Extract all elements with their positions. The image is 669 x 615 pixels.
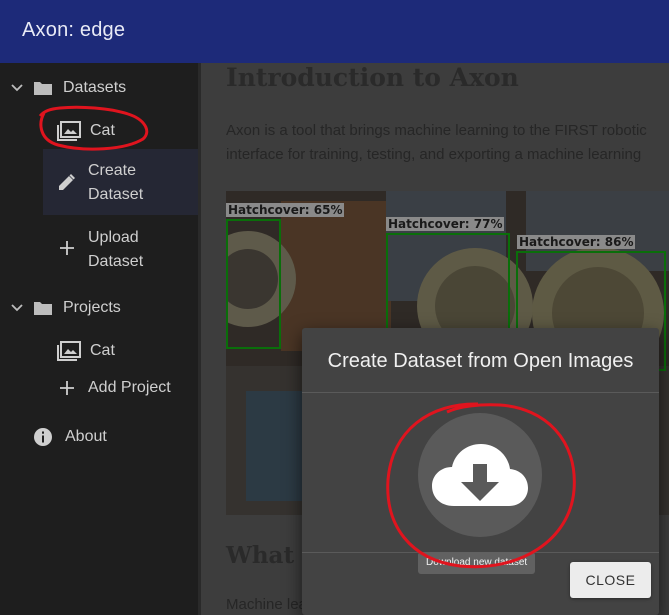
plus-icon: [57, 380, 77, 396]
plus-icon: [57, 240, 77, 256]
sidebar-item-project-cat[interactable]: Cat: [57, 341, 115, 361]
info-icon: [32, 427, 54, 447]
cloud-download-icon: [430, 440, 530, 510]
page-title: Introduction to Axon: [226, 63, 519, 92]
photo-library-icon: [57, 121, 81, 141]
detection-label: Hatchcover: 86%: [517, 235, 636, 249]
sidebar-item-projects[interactable]: Projects: [9, 299, 121, 317]
sidebar-item-label: Cat: [90, 122, 115, 139]
sidebar-item-label: Add Project: [88, 379, 171, 396]
edit-pencil-icon: [57, 173, 77, 191]
dialog-title: Create Dataset from Open Images: [327, 350, 634, 372]
detection-box: [226, 219, 281, 349]
sidebar-item-datasets[interactable]: Datasets: [9, 79, 126, 97]
photo-library-icon: [57, 341, 81, 361]
divider: [302, 392, 659, 393]
create-dataset-dialog: Create Dataset from Open Images Download…: [302, 328, 659, 615]
divider: [198, 63, 201, 615]
download-dataset-button[interactable]: [418, 413, 542, 537]
chevron-down-icon[interactable]: [9, 84, 25, 92]
sidebar-item-label: Projects: [63, 299, 121, 316]
intro-paragraph-line: interface for training, testing, and exp…: [226, 146, 642, 163]
sidebar-item-label: Cat: [90, 342, 115, 359]
detection-label: Hatchcover: 77%: [386, 217, 505, 231]
app-title: Axon: edge: [22, 19, 126, 41]
sidebar-item-dataset-cat[interactable]: Cat: [57, 121, 115, 141]
sidebar-item-label: About: [65, 428, 107, 445]
sidebar-item-upload-dataset[interactable]: Upload Dataset: [57, 226, 143, 274]
sidebar-item-create-dataset[interactable]: Create Dataset: [57, 159, 143, 207]
intro-paragraph-line: Axon is a tool that brings machine learn…: [226, 122, 647, 139]
sidebar-item-about[interactable]: About: [32, 427, 107, 447]
tooltip: Download new dataset: [418, 552, 536, 574]
sidebar: Datasets Cat Create Dataset Upload Datas…: [0, 63, 198, 615]
sidebar-item-label: Datasets: [63, 79, 127, 96]
chevron-down-icon[interactable]: [9, 304, 25, 312]
sidebar-item-add-project[interactable]: Add Project: [57, 379, 171, 397]
sidebar-item-label: Create Dataset: [88, 162, 144, 203]
sidebar-item-label: Upload Dataset: [88, 229, 144, 270]
app-bar: Axon: edge: [0, 0, 669, 63]
folder-icon: [32, 300, 54, 316]
detection-label: Hatchcover: 65%: [226, 203, 345, 217]
close-button[interactable]: CLOSE: [570, 562, 651, 598]
folder-icon: [32, 80, 54, 96]
